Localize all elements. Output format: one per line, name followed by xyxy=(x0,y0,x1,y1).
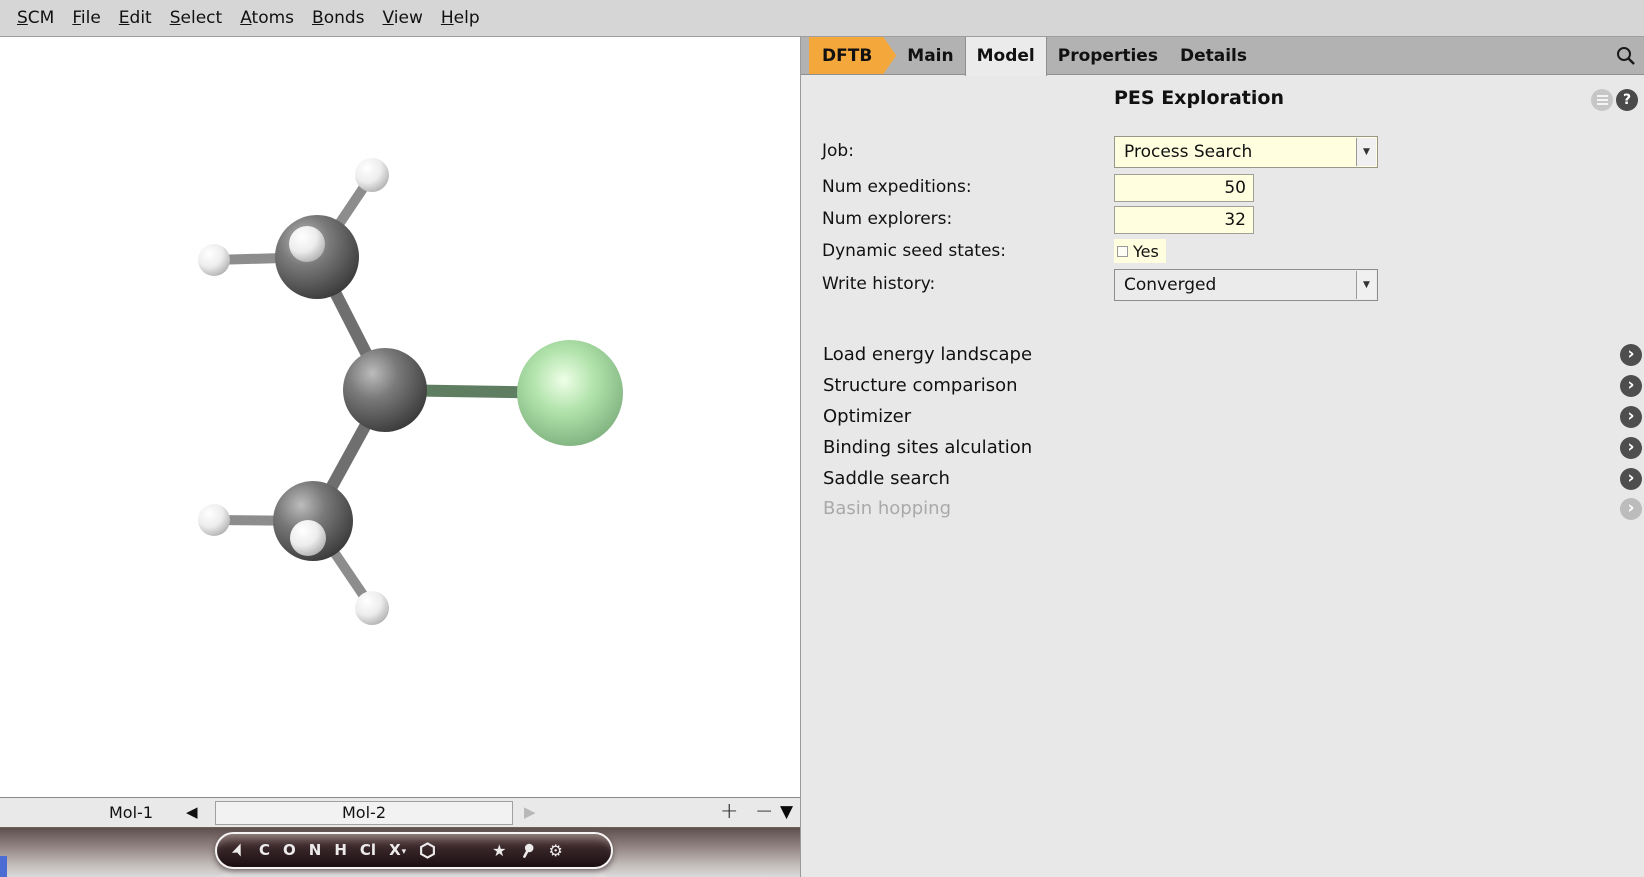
element-c-button[interactable]: C xyxy=(259,843,270,858)
settings-gear-icon[interactable]: ⚙ xyxy=(549,843,563,859)
atom-H xyxy=(198,244,230,276)
select-cursor-icon[interactable] xyxy=(230,842,246,859)
dynamic-seed-checkbox[interactable] xyxy=(1117,246,1128,257)
link-label: Binding sites alculation xyxy=(823,435,1032,461)
add-molecule-button[interactable]: + xyxy=(720,799,738,824)
tab-properties[interactable]: Properties xyxy=(1047,37,1169,74)
menu-bar: SCM File Edit Select Atoms Bonds View He… xyxy=(0,0,1644,37)
menu-scm[interactable]: SCM xyxy=(8,8,63,28)
chevron-right-icon[interactable]: › xyxy=(1620,375,1642,397)
link-saddle-search[interactable]: Saddle search › xyxy=(801,466,1644,492)
atom-H xyxy=(355,158,389,192)
job-label: Job: xyxy=(822,141,854,161)
chevron-right-icon[interactable]: › xyxy=(1620,437,1642,459)
element-h-button[interactable]: H xyxy=(334,843,347,858)
chevron-right-icon[interactable]: › xyxy=(1620,468,1642,490)
collapse-panel-icon[interactable]: ▼ xyxy=(780,802,793,822)
atom-H xyxy=(355,591,389,625)
link-binding-sites[interactable]: Binding sites alculation › xyxy=(801,435,1644,461)
element-o-button[interactable]: O xyxy=(283,843,296,858)
link-label: Structure comparison xyxy=(823,373,1018,399)
mol-2-tab-active[interactable]: Mol-2 xyxy=(215,801,513,825)
molecule-3d-model[interactable] xyxy=(0,37,800,797)
atom-Cl xyxy=(517,340,623,446)
tab-model[interactable]: Model xyxy=(965,37,1047,76)
chevron-right-icon[interactable]: › xyxy=(1620,344,1642,366)
num-expeditions-label: Num expeditions: xyxy=(822,177,972,197)
atom-C xyxy=(343,348,427,432)
menu-edit[interactable]: Edit xyxy=(110,8,161,28)
link-structure-comparison[interactable]: Structure comparison › xyxy=(801,373,1644,399)
remove-molecule-button[interactable]: − xyxy=(755,799,773,824)
num-explorers-label: Num explorers: xyxy=(822,209,952,229)
molecule-tab-bar: Mol-1 ◀ Mol-2 ▶ + − ▼ xyxy=(0,797,800,828)
dynamic-seed-value-label: Yes xyxy=(1133,242,1159,261)
element-n-button[interactable]: N xyxy=(309,843,322,858)
write-history-select[interactable]: Converged ▼ xyxy=(1114,269,1378,301)
pick-element-button[interactable]: X ▾ xyxy=(389,843,406,858)
toolbar-reflection xyxy=(222,872,606,877)
search-icon[interactable] xyxy=(1614,44,1638,68)
menu-file[interactable]: File xyxy=(63,8,109,28)
atom-H xyxy=(289,226,325,262)
molecule-viewport[interactable] xyxy=(0,37,800,797)
chevron-down-icon[interactable]: ▼ xyxy=(1356,271,1376,299)
job-select-value: Process Search xyxy=(1124,142,1252,162)
tab-details[interactable]: Details xyxy=(1169,37,1258,74)
atom-H xyxy=(290,520,326,556)
link-optimizer[interactable]: Optimizer › xyxy=(801,404,1644,430)
menu-bonds[interactable]: Bonds xyxy=(303,8,374,28)
menu-atoms[interactable]: Atoms xyxy=(231,8,303,28)
link-basin-hopping-disabled: Basin hopping › xyxy=(801,496,1644,522)
link-label: Saddle search xyxy=(823,466,950,492)
chevron-right-icon[interactable]: › xyxy=(1620,406,1642,428)
structures-star-icon[interactable]: ★ xyxy=(492,843,506,859)
search-tool-icon[interactable] xyxy=(520,842,536,859)
link-load-energy-landscape[interactable]: Load energy landscape › xyxy=(801,342,1644,368)
corner-decoration xyxy=(0,856,7,877)
pick-element-label: X xyxy=(389,843,401,858)
bottom-toolbar-strip: C O N H Cl X ▾ ★ ⚙ xyxy=(0,828,800,877)
tab-dftb[interactable]: DFTB xyxy=(809,37,896,74)
num-expeditions-input[interactable]: 50 xyxy=(1114,174,1254,202)
element-cl-button[interactable]: Cl xyxy=(360,843,376,858)
job-select[interactable]: Process Search ▼ xyxy=(1114,136,1378,168)
link-label: Load energy landscape xyxy=(823,342,1032,368)
dynamic-seed-checkbox-row: Yes xyxy=(1114,239,1166,263)
pick-element-caret-icon: ▾ xyxy=(402,848,407,858)
prev-molecule-icon[interactable]: ◀ xyxy=(186,803,198,821)
dynamic-seed-label: Dynamic seed states: xyxy=(822,241,1006,261)
tab-main[interactable]: Main xyxy=(896,37,964,74)
page-title: PES Exploration xyxy=(1114,87,1284,109)
atom-H xyxy=(198,504,230,536)
write-history-label: Write history: xyxy=(822,274,935,294)
link-label: Basin hopping xyxy=(823,496,951,522)
panel-menu-icon[interactable] xyxy=(1591,89,1613,111)
menu-select[interactable]: Select xyxy=(161,8,231,28)
write-history-select-value: Converged xyxy=(1124,275,1216,295)
ring-structure-icon[interactable] xyxy=(419,842,436,859)
chevron-right-icon: › xyxy=(1620,498,1642,520)
menu-view[interactable]: View xyxy=(374,8,432,28)
next-molecule-icon[interactable]: ▶ xyxy=(524,803,536,821)
help-icon[interactable]: ? xyxy=(1616,89,1638,111)
chevron-down-icon[interactable]: ▼ xyxy=(1356,138,1376,166)
menu-help[interactable]: Help xyxy=(432,8,489,28)
link-label: Optimizer xyxy=(823,404,911,430)
mol-1-tab[interactable]: Mol-1 xyxy=(100,803,162,822)
panel-tab-bar: DFTB Main Model Properties Details xyxy=(801,37,1644,75)
settings-panel: DFTB Main Model Properties Details PES E… xyxy=(800,37,1644,877)
quick-toolbar: C O N H Cl X ▾ ★ ⚙ xyxy=(215,832,613,869)
num-explorers-input[interactable]: 32 xyxy=(1114,206,1254,234)
